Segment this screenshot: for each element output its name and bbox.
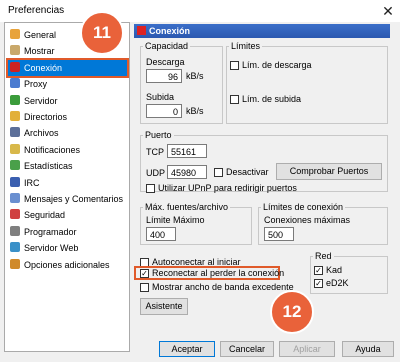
download-label: Descarga (146, 57, 185, 67)
max-sources-group-title: Máx. fuentes/archivo (143, 202, 231, 212)
ed2k-checkbox[interactable]: ✓ (314, 279, 323, 288)
show-overhead-label: Mostrar ancho de banda excedente (152, 282, 294, 292)
hard-limit-label: Límite Máximo (146, 215, 205, 225)
general-icon (10, 29, 20, 39)
sidebar-item[interactable]: Opciones adicionales (8, 257, 127, 273)
sidebar-item-label: General (24, 30, 57, 40)
ed2k-label: eD2K (326, 278, 349, 288)
sidebar-item[interactable]: Notificaciones (8, 142, 127, 158)
upload-capacity-input[interactable]: 0 (146, 104, 182, 118)
sidebar: General Mostrar Conexión Proxy Servidor Direc… (4, 22, 130, 352)
irc-icon (10, 176, 20, 187)
download-limit-label: Lím. de descarga (242, 60, 312, 70)
sidebar-item-label: Estadísticas (24, 161, 73, 172)
sidebar-item[interactable]: Mensajes y Comentarios (8, 191, 127, 207)
sidebar-item-label: Directorios (24, 112, 68, 122)
show-overhead-checkbox[interactable] (140, 283, 149, 292)
sidebar-item[interactable]: IRC (8, 175, 127, 191)
kad-label: Kad (326, 265, 343, 275)
sidebar-item[interactable]: Conexión (6, 57, 129, 78)
upnp-label: Utilizar UPnP para redirigir puertos (158, 183, 297, 193)
sidebar-item-label: IRC (24, 177, 40, 188)
sidebar-item-label: Servidor Web (24, 243, 79, 254)
wizard-button[interactable]: Asistente (140, 298, 188, 315)
tcp-label: TCP (146, 147, 164, 157)
port-group-title: Puerto (143, 130, 174, 140)
reconnect-label: Reconectar al perder la conexión (152, 268, 285, 278)
panel-header-title: Conexión (149, 26, 191, 36)
statistics-icon (10, 160, 20, 171)
sidebar-item-label: Programador (24, 226, 77, 237)
capacity-group-title: Capacidad (143, 41, 191, 51)
download-capacity-input[interactable]: 96 (146, 69, 182, 83)
test-ports-button[interactable]: Comprobar Puertos (276, 163, 382, 180)
limits-group-title: Límites (229, 41, 263, 51)
help-button[interactable]: Ayuda (342, 341, 394, 357)
upload-limit-label: Lím. de subida (242, 94, 302, 104)
upload-limit-checkbox[interactable] (230, 95, 239, 104)
upload-label: Subida (146, 92, 175, 102)
webserver-icon (10, 242, 20, 253)
sidebar-item[interactable]: Servidor (8, 93, 127, 109)
sidebar-item-label: Proxy (24, 79, 48, 90)
apply-button[interactable]: Aplicar (279, 341, 335, 357)
limits-group (226, 46, 388, 124)
hard-limit-input[interactable]: 400 (146, 227, 176, 241)
close-icon[interactable]: ✕ (378, 2, 398, 20)
proxy-icon (10, 78, 20, 89)
security-icon (10, 209, 20, 220)
upload-unit: kB/s (186, 106, 204, 116)
cancel-button[interactable]: Cancelar (220, 341, 274, 357)
max-connections-input[interactable]: 500 (264, 227, 294, 241)
scheduler-icon (10, 225, 20, 236)
network-group (310, 256, 388, 294)
udp-label: UDP (146, 168, 166, 178)
sidebar-item[interactable]: Servidor Web (8, 240, 127, 256)
sidebar-item[interactable]: Directorios (8, 109, 127, 125)
tcp-port-input[interactable]: 55161 (167, 144, 207, 158)
sidebar-item-label: Mostrar (24, 46, 55, 57)
connection-icon (10, 61, 20, 72)
sidebar-item[interactable]: Seguridad (8, 207, 127, 223)
annotation-badge-one: 11 (80, 11, 124, 55)
network-group-title: Red (313, 251, 334, 261)
sidebar-item-label: Mensajes y Comentarios (24, 194, 124, 204)
sidebar-item-label: Notificaciones (24, 144, 81, 155)
server-icon (10, 94, 20, 105)
max-connections-label: Conexiones máximas (264, 215, 351, 225)
panel-header: Conexión (134, 24, 390, 38)
upnp-checkbox[interactable] (146, 184, 155, 193)
sidebar-item[interactable]: Estadísticas (8, 158, 127, 174)
folder-icon (10, 111, 20, 121)
udp-port-input[interactable]: 45980 (167, 165, 207, 179)
sidebar-item-label: Seguridad (24, 210, 66, 221)
sidebar-item[interactable]: Archivos (8, 125, 127, 141)
title-bar: Preferencias ✕ (0, 0, 400, 22)
sidebar-item-label: Archivos (24, 128, 59, 139)
files-icon (10, 127, 20, 138)
sidebar-item-label: Opciones adicionales (24, 259, 110, 270)
download-unit: kB/s (186, 71, 204, 81)
messages-icon (10, 193, 20, 203)
sidebar-item[interactable]: Programador (8, 224, 127, 240)
advanced-icon (10, 258, 20, 269)
notifications-icon (10, 143, 20, 154)
disable-udp-checkbox[interactable] (214, 168, 223, 177)
connection-limits-group-title: Límites de conexión (261, 202, 346, 212)
window-title: Preferencias (8, 5, 65, 16)
reconnect-checkbox[interactable]: ✓ (140, 269, 149, 278)
download-limit-checkbox[interactable] (230, 61, 239, 70)
display-icon (10, 45, 20, 56)
connection-icon (137, 26, 146, 35)
ok-button[interactable]: Aceptar (159, 341, 215, 357)
sidebar-item[interactable]: Proxy (8, 76, 127, 92)
sidebar-item-label: Servidor (24, 95, 58, 106)
disable-udp-label: Desactivar (226, 167, 269, 177)
sidebar-item-label: Conexión (24, 62, 63, 73)
annotation-badge-two: 12 (270, 290, 314, 334)
kad-checkbox[interactable]: ✓ (314, 266, 323, 275)
